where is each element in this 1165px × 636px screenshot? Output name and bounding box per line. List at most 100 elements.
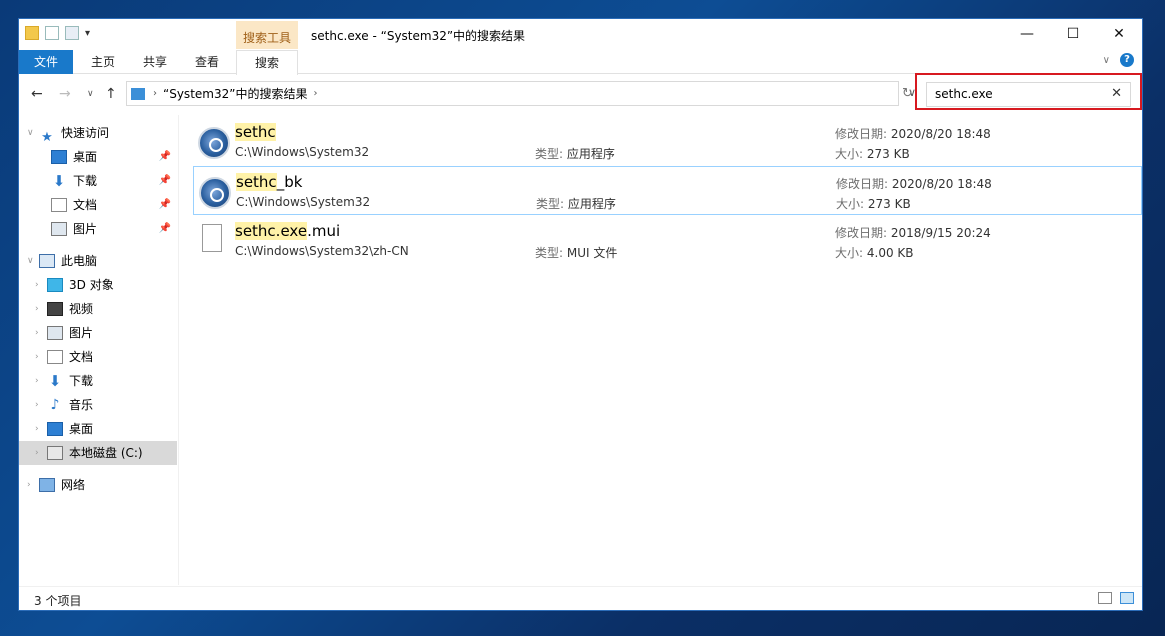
sidebar-item-label: 文档	[69, 350, 94, 364]
chevron-right-icon[interactable]: ›	[27, 473, 39, 497]
download-icon: ⬇	[48, 372, 62, 390]
chevron-right-icon[interactable]: ›	[35, 417, 47, 441]
maximize-button[interactable]: ☐	[1050, 19, 1096, 49]
chevron-right-icon[interactable]: ›	[35, 393, 47, 417]
large-icons-view-icon[interactable]	[1120, 592, 1134, 604]
properties-icon[interactable]	[45, 26, 59, 40]
address-bar[interactable]: › “System32”中的搜索结果 › ∨	[126, 81, 916, 106]
chevron-right-icon[interactable]: ›	[35, 441, 47, 465]
sidebar-item-label: 桌面	[73, 150, 98, 164]
view-switcher	[1098, 592, 1134, 604]
breadcrumb[interactable]: “System32”中的搜索结果	[163, 85, 307, 102]
close-button[interactable]: ✕	[1096, 19, 1142, 49]
pictures-icon	[47, 326, 63, 340]
sidebar-item-downloads[interactable]: ⬇ 下载 📌	[19, 169, 177, 193]
list-item[interactable]: sethc.exe.mui C:\Windows\System32\zh-CN …	[193, 216, 1142, 265]
list-item[interactable]: sethc_bk C:\Windows\System32 类型: 应用程序 修改…	[193, 166, 1142, 215]
file-name: sethc_bk	[236, 173, 303, 191]
file-type: 类型: 应用程序	[536, 197, 616, 211]
file-type: 类型: MUI 文件	[535, 246, 618, 260]
recent-locations-icon[interactable]: ∨	[87, 89, 94, 99]
new-folder-icon[interactable]	[65, 26, 79, 40]
window-controls: — ☐ ✕	[1004, 19, 1142, 49]
tab-search[interactable]: 搜索	[236, 50, 298, 75]
back-arrow-icon[interactable]: ←	[31, 86, 43, 102]
music-icon: ♪	[50, 397, 60, 413]
minimize-button[interactable]: —	[1004, 19, 1050, 49]
chevron-right-icon[interactable]: ›	[35, 273, 47, 297]
chevron-right-icon[interactable]: ›	[35, 369, 47, 393]
search-highlight-annotation	[915, 73, 1142, 110]
chevron-right-icon[interactable]: ›	[313, 88, 317, 99]
computer-icon	[39, 254, 55, 268]
sidebar-item-label: 此电脑	[61, 254, 98, 268]
application-icon	[199, 177, 231, 209]
sidebar-item-label: 快速访问	[61, 126, 110, 140]
network-icon	[39, 478, 55, 492]
navigation-pane: ∨ ★ 快速访问 桌面 📌 ⬇ 下载 📌 文档 📌 图片 📌 ∨ 此电脑 › 3…	[19, 115, 179, 585]
chevron-right-icon[interactable]: ›	[35, 297, 47, 321]
folder-icon	[131, 87, 145, 100]
sidebar-item-pictures-pc[interactable]: › 图片	[19, 321, 177, 345]
chevron-right-icon[interactable]: ›	[35, 321, 47, 345]
folder-icon	[25, 26, 39, 40]
chevron-down-icon[interactable]: ∨	[27, 249, 39, 273]
sidebar-item-label: 3D 对象	[69, 278, 114, 292]
sidebar-item-local-disk-c[interactable]: › 本地磁盘 (C:)	[19, 441, 177, 465]
chevron-down-icon[interactable]: ∨	[27, 121, 39, 145]
sidebar-item-quick-access[interactable]: ∨ ★ 快速访问	[19, 121, 177, 145]
sidebar-item-documents-pc[interactable]: › 文档	[19, 345, 177, 369]
sidebar-item-desktop-pc[interactable]: › 桌面	[19, 417, 177, 441]
file-name: sethc.exe.mui	[235, 222, 341, 240]
desktop-icon	[47, 422, 63, 436]
file-name: sethc	[235, 123, 276, 141]
quick-access-toolbar: ▾	[25, 26, 90, 40]
sidebar-item-pictures[interactable]: 图片 📌	[19, 217, 177, 241]
file-type: 类型: 应用程序	[535, 147, 615, 161]
sidebar-item-desktop[interactable]: 桌面 📌	[19, 145, 177, 169]
sidebar-item-network[interactable]: › 网络	[19, 473, 177, 497]
3d-objects-icon	[47, 278, 63, 292]
item-count: 3 个项目	[34, 594, 82, 608]
file-icon	[202, 224, 222, 252]
document-icon	[51, 198, 67, 212]
list-item[interactable]: sethc C:\Windows\System32 类型: 应用程序 修改日期:…	[193, 117, 1142, 166]
forward-arrow-icon[interactable]: →	[59, 86, 71, 102]
tab-home[interactable]: 主页	[77, 50, 129, 74]
desktop-icon	[51, 150, 67, 164]
title-bar: ▾ 搜索工具 sethc.exe - “System32”中的搜索结果 — ☐ …	[19, 19, 1142, 49]
up-arrow-icon[interactable]: ↑	[105, 86, 117, 102]
sidebar-item-this-pc[interactable]: ∨ 此电脑	[19, 249, 177, 273]
search-tools-context-group: 搜索工具	[236, 21, 298, 49]
pin-icon: 📌	[158, 151, 171, 162]
sidebar-item-downloads-pc[interactable]: › ⬇ 下载	[19, 369, 177, 393]
file-path: C:\Windows\System32	[236, 195, 371, 209]
sidebar-item-documents[interactable]: 文档 📌	[19, 193, 177, 217]
sidebar-item-3d-objects[interactable]: › 3D 对象	[19, 273, 177, 297]
expand-ribbon-icon[interactable]: ∨	[1103, 55, 1110, 66]
chevron-right-icon[interactable]: ›	[153, 88, 157, 99]
pin-icon: 📌	[158, 199, 171, 210]
status-bar: 3 个项目	[19, 586, 1142, 610]
details-view-icon[interactable]	[1098, 592, 1112, 604]
chevron-down-icon[interactable]: ▾	[85, 28, 90, 39]
file-size: 大小: 273 KB	[836, 197, 911, 211]
sidebar-item-label: 桌面	[69, 422, 94, 436]
document-icon	[47, 350, 63, 364]
search-results: sethc C:\Windows\System32 类型: 应用程序 修改日期:…	[180, 115, 1142, 585]
tab-share[interactable]: 共享	[129, 50, 181, 74]
file-path: C:\Windows\System32\zh-CN	[235, 244, 409, 258]
refresh-icon[interactable]: ↻	[902, 86, 913, 101]
context-group-label: 搜索工具	[243, 31, 292, 45]
tab-view[interactable]: 查看	[181, 50, 233, 74]
sidebar-item-music[interactable]: › ♪ 音乐	[19, 393, 177, 417]
tab-file[interactable]: 文件	[19, 50, 73, 74]
sidebar-item-videos[interactable]: › 视频	[19, 297, 177, 321]
star-icon: ★	[41, 130, 53, 145]
sidebar-item-label: 音乐	[69, 398, 94, 412]
sidebar-item-label: 图片	[69, 326, 94, 340]
ribbon-tabs: 文件 主页 共享 查看 搜索	[19, 50, 1142, 75]
help-icon[interactable]: ?	[1120, 53, 1134, 67]
file-size: 大小: 4.00 KB	[835, 246, 914, 260]
chevron-right-icon[interactable]: ›	[35, 345, 47, 369]
